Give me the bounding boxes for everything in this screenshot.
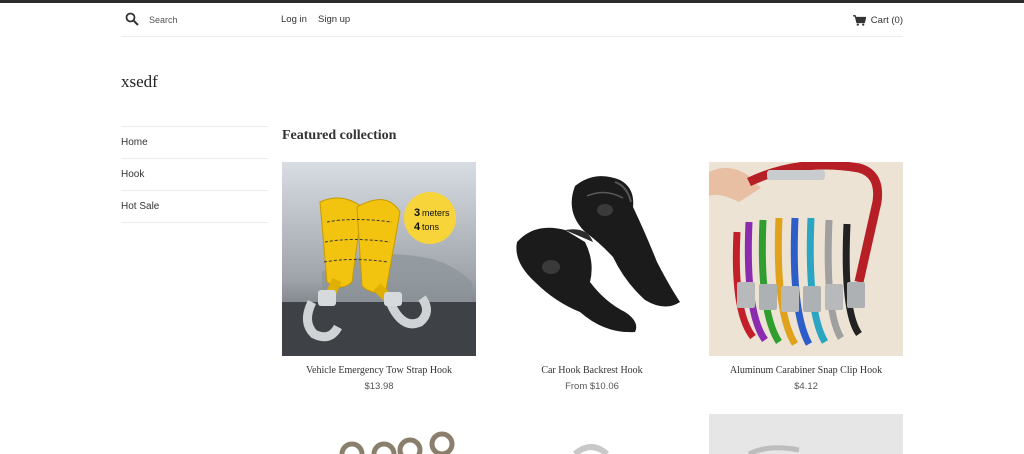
product-card[interactable]: Aluminum Carabiner Snap Clip Hook $4.12	[709, 162, 903, 392]
product-name[interactable]: Vehicle Emergency Tow Strap Hook	[282, 365, 476, 376]
product-card[interactable]	[709, 414, 903, 454]
tow-strap-image: 3 meters 4 tons	[282, 162, 476, 356]
product-card[interactable]: Car Hook Backrest Hook From $10.06	[495, 162, 689, 392]
sidebar-nav: Home Hook Hot Sale	[121, 126, 268, 223]
product-image[interactable]	[495, 162, 689, 356]
product-image[interactable]: 3 meters 4 tons	[282, 162, 476, 356]
product-image[interactable]	[282, 414, 476, 454]
product-price: $4.12	[794, 381, 818, 392]
product-image[interactable]	[709, 414, 903, 454]
shop-logo[interactable]: xsedf	[121, 72, 158, 92]
badge-number-1: 3	[414, 207, 420, 219]
search-icon[interactable]	[125, 12, 139, 26]
product-price: From $10.06	[565, 381, 619, 392]
cart-label: Cart (0)	[870, 14, 903, 26]
product-price: $13.98	[364, 381, 394, 392]
signup-link[interactable]: Sign up	[318, 14, 350, 25]
sidebar-item-home[interactable]: Home	[121, 127, 268, 159]
badge-unit-1: meters	[422, 208, 450, 218]
product-card[interactable]	[495, 414, 689, 454]
badge-unit-2: tons	[422, 222, 440, 232]
sidebar-item-hot-sale[interactable]: Hot Sale	[121, 191, 268, 223]
badge-number-2: 4	[414, 221, 421, 233]
product-image[interactable]	[495, 414, 689, 454]
cart-link[interactable]: Cart (0)	[852, 13, 903, 27]
product-name[interactable]: Aluminum Carabiner Snap Clip Hook	[709, 365, 903, 376]
site-header: Log in Sign up Cart (0)	[121, 3, 903, 37]
search-input[interactable]	[149, 12, 289, 28]
product-card[interactable]: 3 meters 4 tons Vehicle Emergency Tow St…	[282, 162, 476, 392]
product-image[interactable]	[709, 162, 903, 356]
carabiner-image	[709, 162, 903, 356]
shopping-cart-icon	[852, 14, 866, 26]
section-title: Featured collection	[282, 128, 397, 143]
sidebar-item-hook[interactable]: Hook	[121, 159, 268, 191]
product-name[interactable]: Car Hook Backrest Hook	[495, 365, 689, 376]
login-link[interactable]: Log in	[281, 14, 307, 25]
car-hook-image	[495, 162, 689, 356]
product-card[interactable]	[282, 414, 476, 454]
